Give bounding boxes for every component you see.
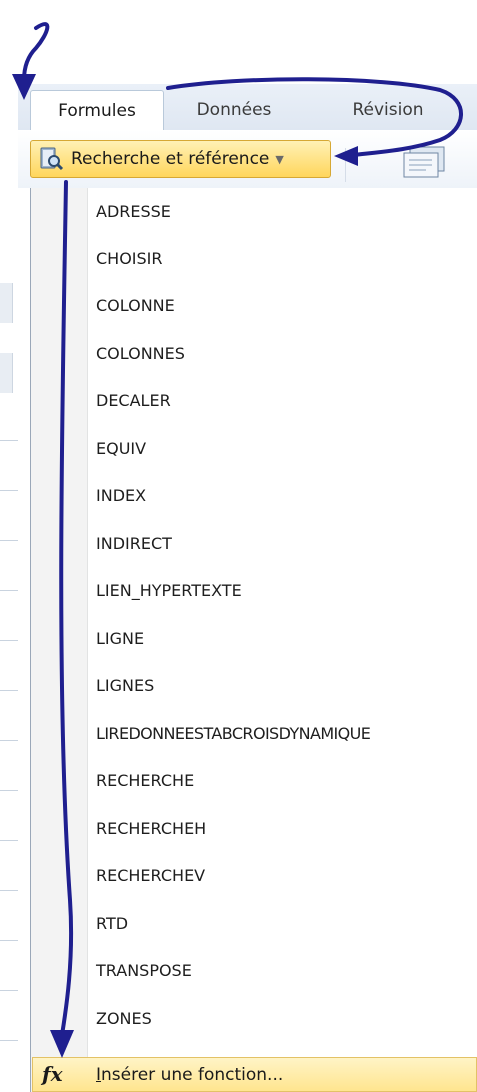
insert-function-label: Insérer une fonction... — [96, 1065, 284, 1085]
menu-item-adresse[interactable]: ADRESSE — [96, 197, 171, 227]
menu-item-decaler[interactable]: DECALER — [96, 386, 171, 416]
menu-item-lignes[interactable]: LIGNES — [96, 671, 154, 701]
tab-revision[interactable]: Révision — [318, 90, 458, 130]
sheet-column-fragment — [0, 283, 13, 323]
worksheet-edge — [0, 188, 20, 1092]
tab-donnees[interactable]: Données — [168, 90, 300, 130]
book-magnifier-icon — [40, 147, 64, 171]
menu-item-choisir[interactable]: CHOISIR — [96, 244, 163, 274]
dropdown-button-label: Recherche et référence — [71, 149, 270, 169]
menu-item-colonne[interactable]: COLONNE — [96, 291, 175, 321]
menu-item-rtd[interactable]: RTD — [96, 909, 128, 939]
menu-item-indirect[interactable]: INDIRECT — [96, 529, 172, 559]
menu-item-lien-hypertexte[interactable]: LIEN_HYPERTEXTE — [96, 576, 242, 606]
lookup-reference-dropdown-button[interactable]: Recherche et référence ▼ — [30, 140, 331, 178]
menu-item-recherchev[interactable]: RECHERCHEV — [96, 861, 205, 891]
menu-item-transpose[interactable]: TRANSPOSE — [96, 956, 192, 986]
chevron-down-icon: ▼ — [275, 152, 284, 166]
menu-item-index[interactable]: INDEX — [96, 481, 146, 511]
menu-item-recherche[interactable]: RECHERCHE — [96, 766, 194, 796]
function-library-icon[interactable] — [396, 143, 456, 183]
ribbon-separator — [345, 148, 346, 182]
menu-item-colonnes[interactable]: COLONNES — [96, 339, 185, 369]
menu-item-rechercheh[interactable]: RECHERCHEH — [96, 814, 206, 844]
menu-icon-gutter — [31, 188, 88, 1092]
menu-item-ligne[interactable]: LIGNE — [96, 624, 144, 654]
sheet-column-fragment — [0, 353, 13, 393]
menu-item-zones[interactable]: ZONES — [96, 1004, 152, 1034]
menu-item-liredonneestabcroisdynamique[interactable]: LIREDONNEESTABCROISDYNAMIQUE — [96, 719, 371, 749]
fx-icon: fx — [42, 1062, 63, 1086]
tab-formules[interactable]: Formules — [30, 90, 164, 131]
menu-item-equiv[interactable]: EQUIV — [96, 434, 146, 464]
